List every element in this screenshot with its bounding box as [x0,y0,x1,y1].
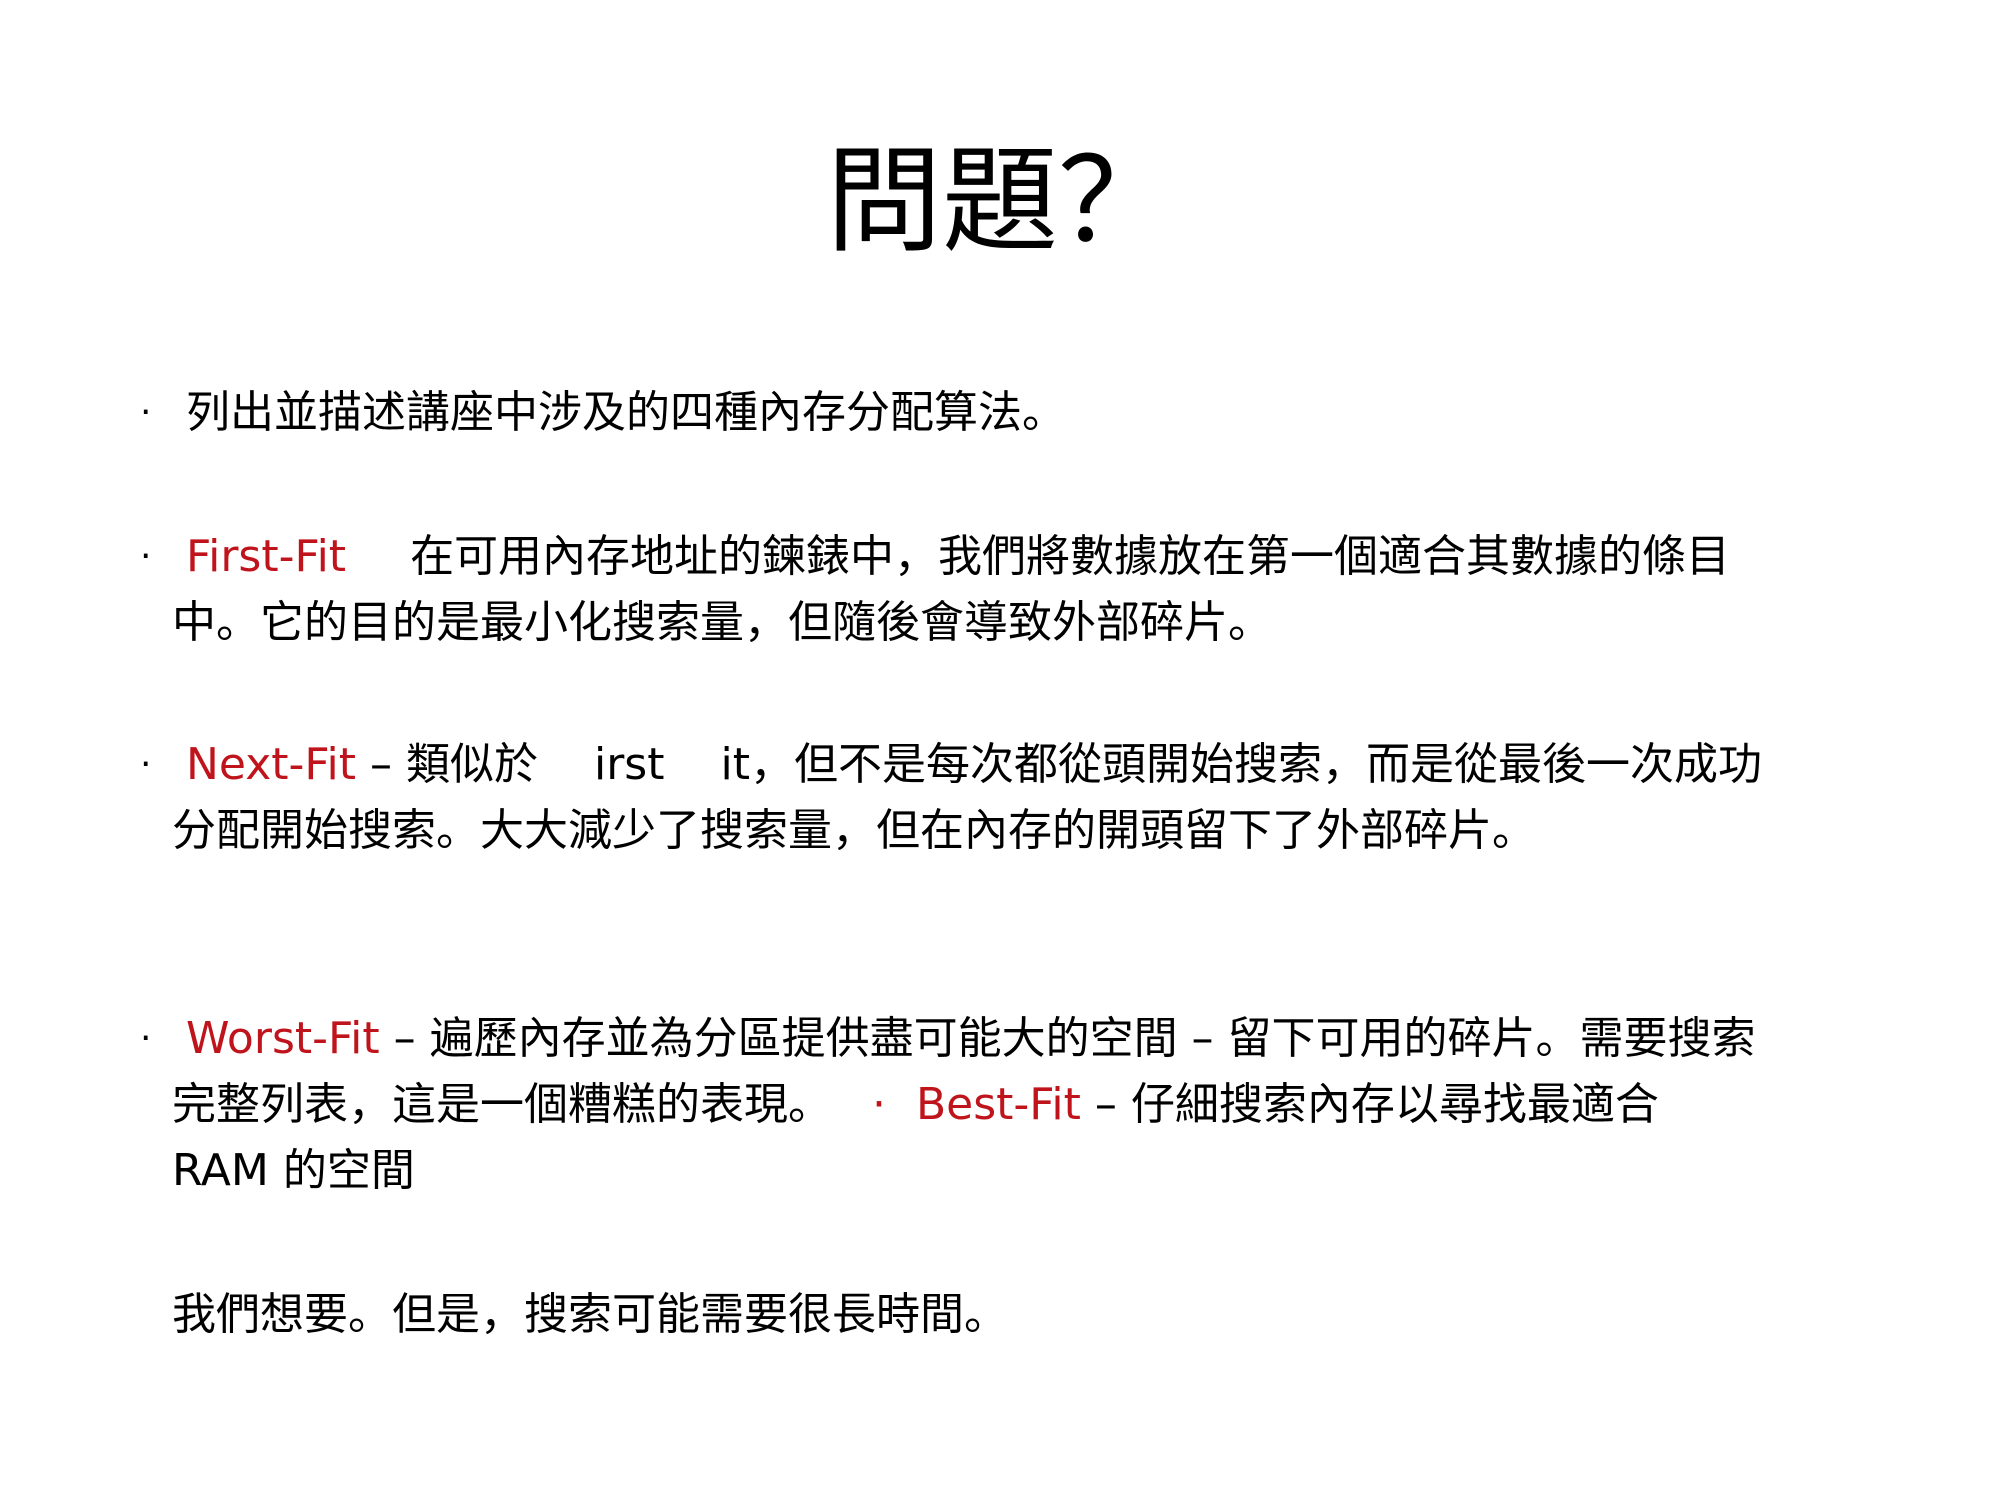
slide: 問題？ · 列出並描述講座中涉及的四種內存分配算法。 · First-Fit 在可… [0,0,2000,1500]
term-worst-fit: Worst-Fit [186,1013,380,1064]
bullet-dot: · [140,536,152,577]
term-best-fit: Best-Fit [916,1079,1081,1130]
worst-fit-line-2a: 完整列表，這是一個糟糕的表現。 [172,1079,832,1130]
worst-fit-line-2: 完整列表，這是一個糟糕的表現。 · Best-Fit – 仔細搜索內存以尋找最適合 [172,1072,1932,1138]
bullet-dot: · [140,392,152,433]
bullet-dot: · [140,1018,152,1059]
item-1-text: 列出並描述講座中涉及的四種內存分配算法。 [186,387,1066,438]
best-fit-line-3: RAM 的空間 [172,1145,415,1196]
term-first-fit: First-Fit [186,531,347,582]
bullet-dot: · [872,1079,886,1130]
next-fit-line-1a: – 類似於 [369,739,538,790]
item-first-fit: First-Fit 在可用內存地址的鍊錶中，我們將數據放在第一個適合其數據的條目 [186,524,1946,590]
first-fit-line-2: 中。它的目的是最小化搜索量，但隨後會導致外部碎片。 [172,597,1272,648]
item-worst-fit: Worst-Fit – 遍歷內存並為分區提供盡可能大的空間 – 留下可用的碎片。… [186,1006,1946,1072]
item-5-text: 我們想要。但是，搜索可能需要很長時間。 [172,1289,1008,1340]
item-next-fit: Next-Fit – 類似於 irst it，但不是每次都從頭開始搜索，而是從最後一… [186,732,1946,798]
best-fit-line-2b: – 仔細搜索內存以尋找最適合 [1094,1079,1659,1130]
next-fit-line-1c: it，但不是每次都從頭開始搜索，而是從最後一次成功 [720,739,1762,790]
next-fit-line-1b: irst [593,739,665,790]
next-fit-line-2: 分配開始搜索。大大減少了搜索量，但在內存的開頭留下了外部碎片。 [172,805,1536,856]
worst-fit-line-1: – 遍歷內存並為分區提供盡可能大的空間 – 留下可用的碎片。需要搜索 [393,1013,1756,1064]
bullet-dot: · [140,744,152,785]
first-fit-line-1: 在可用內存地址的鍊錶中，我們將數據放在第一個適合其數據的條目 [410,531,1731,582]
slide-title: 問題？ [826,134,1174,269]
term-next-fit: Next-Fit [186,739,356,790]
